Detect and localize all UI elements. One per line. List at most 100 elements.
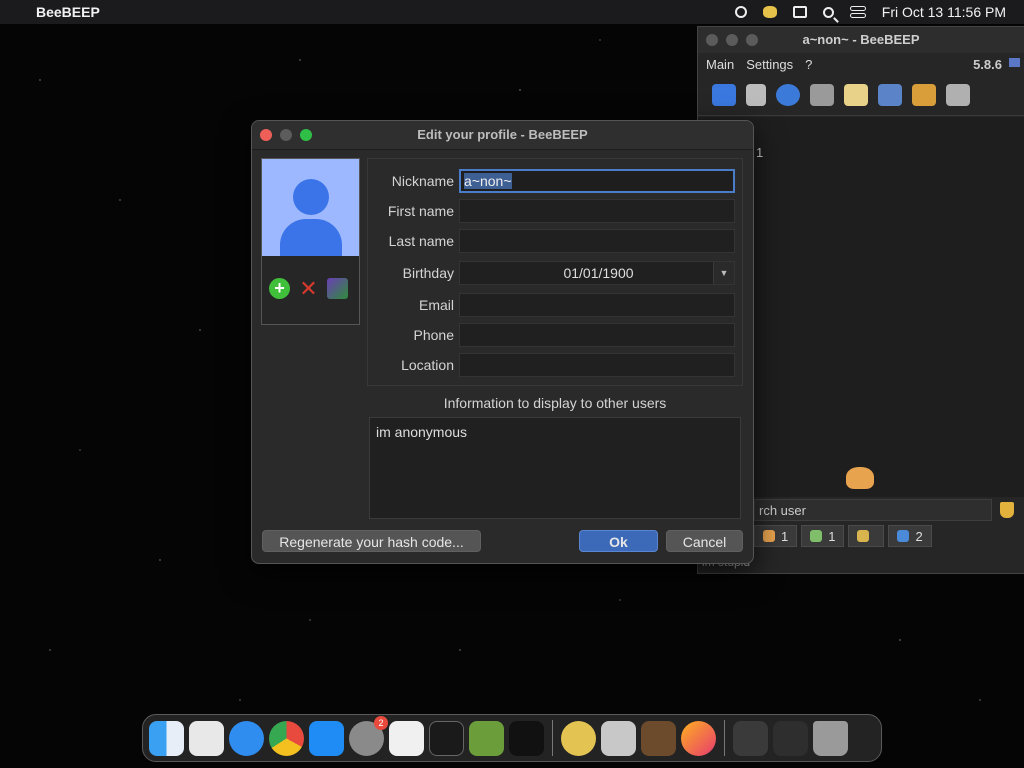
close-icon[interactable] [706, 34, 718, 46]
ok-button[interactable]: Ok [579, 530, 658, 552]
first-name-input[interactable] [459, 199, 735, 223]
system-settings-icon[interactable]: 2 [349, 715, 388, 756]
profile-icon[interactable] [712, 84, 736, 106]
row-first-name: First name [368, 199, 744, 223]
main-window-controls [706, 34, 758, 46]
terminal-icon[interactable] [429, 720, 464, 756]
edit-profile-dialog: Edit your profile - BeeBEEP + ✕ Nickname… [251, 120, 754, 564]
version-label: 5.8.6 [973, 56, 1002, 72]
nickname-input[interactable]: a~non~ [459, 169, 735, 193]
plugins-icon[interactable] [878, 84, 902, 106]
window-thumbnail-icon[interactable] [733, 720, 768, 756]
open-folder-icon[interactable] [912, 84, 936, 106]
minimize-icon[interactable] [280, 129, 292, 141]
chrome-icon[interactable] [269, 720, 304, 756]
window-thumbnail-icon[interactable] [773, 720, 808, 756]
zoom-icon[interactable] [746, 34, 758, 46]
edit-photo-icon[interactable] [327, 278, 348, 299]
tab-files[interactable]: 2 [888, 525, 932, 547]
menu-clock[interactable]: Fri Oct 13 11:56 PM [882, 4, 1006, 20]
menu-main[interactable]: Main [706, 57, 734, 72]
dialog-titlebar[interactable]: Edit your profile - BeeBEEP [252, 121, 753, 150]
control-center-icon[interactable] [849, 6, 866, 18]
profile-fields: Nickname a~non~ First name Last name Bir… [367, 158, 743, 386]
add-photo-icon[interactable]: + [269, 278, 290, 299]
person-icon [293, 179, 329, 215]
tab-chats[interactable]: 1 [801, 525, 845, 547]
dock-separator [724, 720, 725, 756]
menu-bar: BeeBEEP Fri Oct 13 11:56 PM [0, 0, 1024, 24]
location-input[interactable] [459, 353, 735, 377]
trash-icon[interactable] [813, 720, 848, 756]
settings-gear-icon[interactable] [601, 720, 636, 756]
users-icon [763, 530, 775, 542]
groups-icon [857, 530, 870, 542]
clear-search-icon[interactable] [1000, 502, 1014, 518]
menu-settings[interactable]: Settings [746, 57, 793, 72]
location-label: Location [401, 357, 454, 373]
menu-help[interactable]: ? [805, 57, 812, 72]
main-window-title: a~non~ - BeeBEEP [802, 32, 920, 47]
network-icon[interactable] [776, 84, 800, 106]
circle-status-icon[interactable] [734, 6, 747, 18]
email-label: Email [418, 297, 454, 313]
window-icon[interactable] [792, 6, 807, 18]
main-menu: Main Settings ? 5.8.6 [698, 53, 1024, 75]
row-nickname: Nickname a~non~ [368, 169, 744, 193]
row-birthday: Birthday 01/01/1900 ▼ [368, 261, 744, 285]
tab-users-count: 1 [781, 528, 789, 544]
main-toolbar [698, 75, 1024, 116]
avatar [262, 159, 359, 256]
info-textarea[interactable]: im anonymous [369, 417, 741, 519]
row-phone: Phone [368, 323, 744, 347]
textedit-icon[interactable] [389, 720, 424, 756]
zoom-icon[interactable] [300, 129, 312, 141]
menu-app-name[interactable]: BeeBEEP [36, 4, 100, 20]
birthday-date-picker[interactable]: 01/01/1900 ▼ [459, 261, 735, 285]
chat-icon [810, 530, 823, 542]
notification-badge: 2 [374, 715, 388, 730]
phone-input[interactable] [459, 323, 735, 347]
edit-profile-icon[interactable] [746, 84, 766, 106]
trash-icon[interactable] [946, 84, 970, 106]
beebeep-icon[interactable] [561, 720, 596, 756]
main-window-titlebar[interactable]: a~non~ - BeeBEEP [698, 27, 1024, 53]
finder-icon[interactable] [149, 720, 184, 756]
chatgpt-icon[interactable] [509, 720, 544, 756]
dock-separator [552, 720, 553, 756]
regenerate-hash-button[interactable]: Regenerate your hash code... [262, 530, 481, 552]
app-store-icon[interactable] [309, 720, 344, 756]
tab-groups[interactable] [848, 525, 885, 547]
tab-users[interactable]: 1 [754, 525, 798, 547]
minecraft-icon[interactable] [469, 720, 504, 756]
beebeep-icon[interactable] [762, 6, 777, 18]
minimize-icon[interactable] [726, 34, 738, 46]
tab-chats-count: 1 [828, 528, 836, 544]
message-icon[interactable] [844, 84, 868, 106]
email-input[interactable] [459, 293, 735, 317]
files-icon [897, 530, 910, 542]
remove-photo-icon[interactable]: ✕ [298, 276, 319, 301]
mailbox-icon[interactable] [810, 84, 834, 106]
row-email: Email [368, 293, 744, 317]
safari-icon[interactable] [229, 720, 264, 756]
first-name-label: First name [387, 203, 454, 219]
dialog-controls [260, 129, 312, 141]
nickname-label: Nickname [391, 173, 454, 189]
cancel-button[interactable]: Cancel [666, 530, 743, 552]
close-icon[interactable] [260, 129, 272, 141]
nickname-value: a~non~ [464, 173, 512, 189]
birthday-value: 01/01/1900 [563, 265, 634, 281]
tab-files-count: 2 [915, 528, 923, 544]
menu-bar-status-area: Fri Oct 13 11:56 PM [734, 0, 1006, 24]
users-icon [846, 467, 874, 489]
firefox-icon[interactable] [681, 720, 716, 756]
instruments-icon[interactable] [641, 720, 676, 756]
last-name-label: Last name [388, 233, 454, 249]
search-user-input[interactable]: rch user [754, 499, 992, 521]
dialog-title: Edit your profile - BeeBEEP [417, 127, 588, 142]
last-name-input[interactable] [459, 229, 735, 253]
chevron-down-icon[interactable]: ▼ [713, 262, 734, 284]
search-icon[interactable] [822, 6, 834, 18]
launchpad-icon[interactable] [189, 720, 224, 756]
